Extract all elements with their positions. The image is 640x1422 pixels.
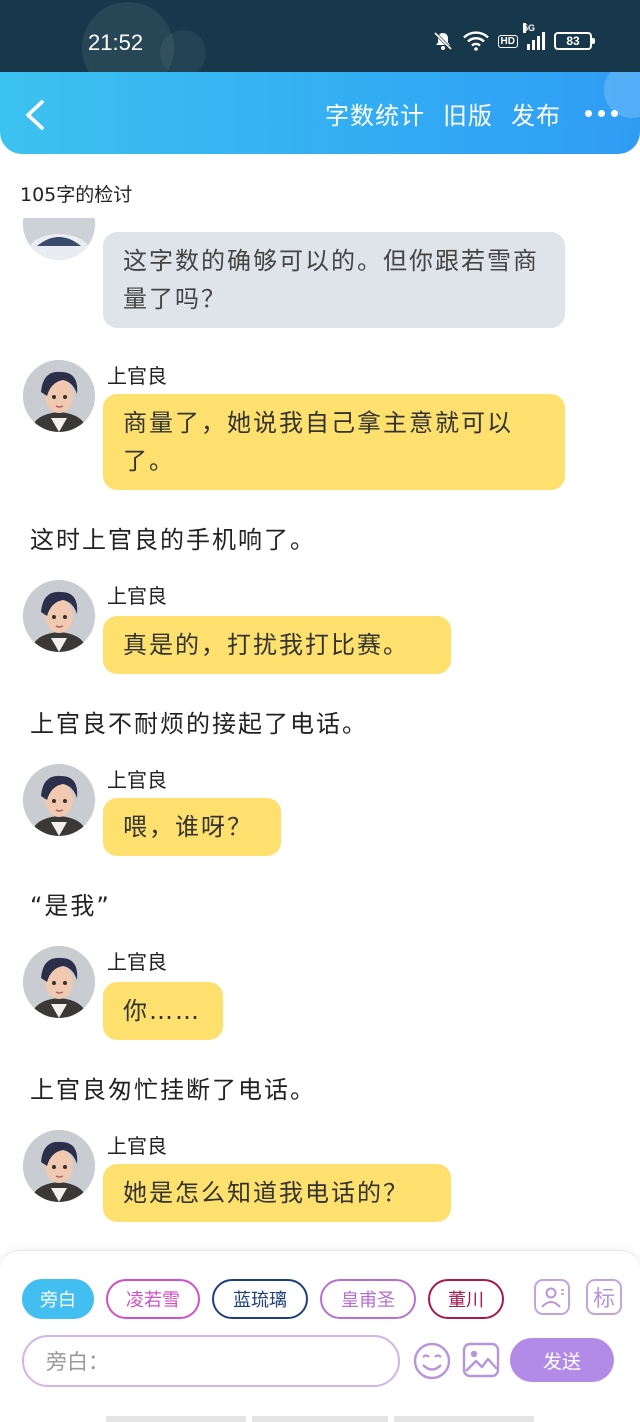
status-bar: 21:52 HD 5G 83 — [0, 0, 640, 94]
tag-button[interactable]: 标 — [586, 1279, 622, 1315]
status-icons: HD 5G 83 — [432, 23, 595, 52]
bottom-indicator — [252, 1416, 388, 1422]
character-chip-narrator[interactable]: 旁白 — [22, 1279, 94, 1319]
avatar-image — [23, 360, 95, 432]
narration-text: 上官良不耐烦的接起了电话。 — [30, 710, 368, 738]
bottom-indicator — [106, 1416, 246, 1422]
message-bubble: 喂，谁呀？ — [103, 798, 281, 856]
emoji-icon[interactable] — [412, 1341, 452, 1381]
avatar-image — [23, 946, 95, 1018]
character-avatar[interactable] — [23, 946, 95, 1018]
publish-button[interactable]: 发布 — [511, 96, 561, 131]
speaker-name: 上官良 — [107, 364, 167, 388]
speaker-name: 上官良 — [107, 1134, 167, 1158]
story-title: 105字的检讨 — [20, 184, 133, 206]
back-button[interactable] — [20, 98, 50, 132]
top-bar: 字数统计 旧版 发布 — [0, 72, 640, 154]
network-type: 5G — [523, 23, 536, 33]
character-avatar[interactable] — [23, 218, 95, 260]
battery-icon: 83 — [554, 32, 595, 50]
speaker-name: 上官良 — [107, 584, 167, 608]
character-avatar[interactable] — [23, 764, 95, 836]
cell-signal-icon: 5G — [523, 23, 545, 50]
narration-text: 这时上官良的手机响了。 — [30, 526, 316, 554]
narration-text: 上官良匆忙挂断了电话。 — [30, 1076, 316, 1104]
character-avatar[interactable] — [23, 360, 95, 432]
status-bubble-decoration — [160, 30, 206, 76]
composer-panel: 旁白 凌若雪 蓝琉璃 皇甫圣 董川 标 旁白： 发送 — [0, 1250, 640, 1422]
header-nav: 字数统计 旧版 发布 — [325, 72, 640, 154]
character-chip-ling-ruoxue[interactable]: 凌若雪 — [106, 1279, 200, 1319]
more-options-button[interactable] — [585, 109, 618, 117]
character-avatar[interactable] — [23, 1130, 95, 1202]
character-avatar[interactable] — [23, 580, 95, 652]
story-input-field[interactable]: 旁白： — [22, 1335, 400, 1387]
message-bubble: 这字数的确够可以的。但你跟若雪商量了吗？ — [103, 232, 565, 328]
character-manage-icon[interactable] — [534, 1279, 570, 1315]
image-icon[interactable] — [462, 1341, 500, 1379]
message-bubble: 商量了，她说我自己拿主意就可以了。 — [103, 394, 565, 490]
speaker-name: 上官良 — [107, 950, 167, 974]
character-chip-dong-chuan[interactable]: 董川 — [428, 1279, 504, 1319]
avatar-image — [23, 218, 95, 260]
clock: 21:52 — [88, 30, 144, 55]
word-count-button[interactable]: 字数统计 — [325, 96, 425, 131]
avatar-image — [23, 580, 95, 652]
wifi-icon — [462, 31, 489, 51]
avatar-image — [23, 1130, 95, 1202]
narration-text: “是我” — [30, 892, 111, 920]
old-version-button[interactable]: 旧版 — [443, 96, 493, 131]
speaker-name: 上官良 — [107, 768, 167, 792]
message-bubble: 你…… — [103, 982, 223, 1040]
mute-bell-icon — [433, 31, 452, 51]
avatar-image — [23, 764, 95, 836]
send-button[interactable]: 发送 — [510, 1338, 614, 1382]
character-selector: 旁白 凌若雪 蓝琉璃 皇甫圣 董川 — [22, 1279, 504, 1319]
character-chip-lan-liuli[interactable]: 蓝琉璃 — [212, 1279, 308, 1319]
battery-level: 83 — [566, 34, 580, 48]
message-bubble: 真是的，打扰我打比赛。 — [103, 616, 451, 674]
story-scroll-area[interactable]: 这字数的确够可以的。但你跟若雪商量了吗？ 上官良 商量了，她说我自己拿主意就可以… — [0, 218, 640, 1250]
character-chip-huangfu-sheng[interactable]: 皇甫圣 — [320, 1279, 416, 1319]
message-bubble: 她是怎么知道我电话的？ — [103, 1164, 451, 1222]
bottom-indicator — [394, 1416, 534, 1422]
hd-badge: HD — [497, 34, 518, 48]
